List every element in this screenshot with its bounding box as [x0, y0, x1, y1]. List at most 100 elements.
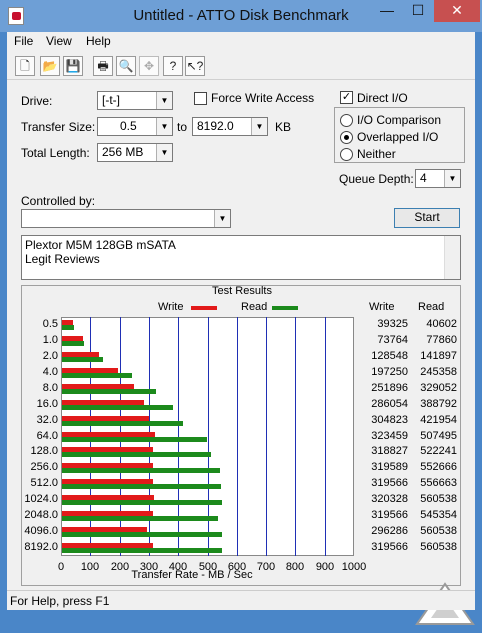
- drive-select[interactable]: [-t-] ▼: [97, 91, 173, 110]
- maximize-button[interactable]: ☐: [403, 0, 433, 22]
- read-bar: [62, 325, 74, 330]
- read-value: 507495: [420, 430, 457, 442]
- open-folder-icon[interactable]: 📂: [40, 56, 60, 76]
- description-textarea[interactable]: Plextor M5M 128GB mSATA Legit Reviews: [21, 235, 461, 280]
- write-value: 319566: [371, 509, 408, 521]
- gridline: [295, 317, 296, 556]
- toolbar: 🗋 📂 💾 🖶 🔍 ✥ ? ↖?: [7, 52, 475, 80]
- read-bar: [62, 437, 207, 442]
- read-value: 245358: [420, 366, 457, 378]
- transfer-to-value: 8192.0: [197, 119, 234, 133]
- neither-radio[interactable]: [340, 148, 353, 161]
- total-length-select[interactable]: 256 MB ▼: [97, 143, 173, 162]
- read-bar: [62, 548, 222, 553]
- write-value: 128548: [371, 350, 408, 362]
- drive-label: Drive:: [21, 94, 53, 108]
- chevron-down-icon[interactable]: ▼: [156, 144, 172, 161]
- read-value: 77860: [426, 334, 457, 346]
- menu-help[interactable]: Help: [86, 34, 111, 48]
- write-value: 323459: [371, 430, 408, 442]
- size-label: 8192.0: [24, 541, 58, 553]
- write-value: 296286: [371, 525, 408, 537]
- chevron-down-icon[interactable]: ▼: [214, 210, 230, 227]
- size-label: 32.0: [36, 414, 58, 426]
- context-help-icon[interactable]: ↖?: [185, 56, 205, 76]
- neither-label: Neither: [357, 147, 396, 161]
- read-value: 556663: [420, 477, 457, 489]
- read-value: 552666: [420, 461, 457, 473]
- size-label: 512.0: [30, 477, 58, 489]
- chevron-down-icon[interactable]: ▼: [251, 118, 267, 135]
- transfer-to-select[interactable]: 8192.0 ▼: [192, 117, 268, 136]
- direct-io-checkbox[interactable]: ✓: [340, 91, 353, 104]
- read-value: 560538: [420, 541, 457, 553]
- overlapped-io-radio[interactable]: [340, 131, 353, 144]
- title-bar[interactable]: Untitled - ATTO Disk Benchmark — ☐ ✕: [0, 0, 482, 32]
- close-button[interactable]: ✕: [434, 0, 480, 22]
- drive-value: [-t-]: [102, 93, 120, 107]
- gridline: [266, 317, 267, 556]
- write-value: 319566: [371, 541, 408, 553]
- read-bar: [62, 389, 156, 394]
- menu-view[interactable]: View: [46, 34, 72, 48]
- read-bar: [62, 500, 222, 505]
- description-line-2: Legit Reviews: [25, 252, 100, 266]
- transfer-from-value: 0.5: [120, 119, 137, 133]
- size-label: 2.0: [42, 350, 58, 362]
- io-comparison-radio[interactable]: [340, 114, 353, 127]
- minimize-button[interactable]: —: [372, 0, 402, 22]
- size-label: 1.0: [42, 334, 58, 346]
- force-write-label: Force Write Access: [211, 91, 315, 105]
- write-value: 304823: [371, 414, 408, 426]
- menu-bar: File View Help: [7, 32, 475, 52]
- transfer-from-select[interactable]: 0.5 ▼: [97, 117, 173, 136]
- size-label: 64.0: [36, 430, 58, 442]
- read-bar: [62, 357, 103, 362]
- queue-depth-label: Queue Depth:: [339, 172, 414, 186]
- read-value: 388792: [420, 398, 457, 410]
- read-bar: [62, 341, 84, 346]
- start-button[interactable]: Start: [394, 208, 460, 228]
- read-value: 560538: [420, 493, 457, 505]
- size-label: 2048.0: [24, 509, 58, 521]
- print-preview-icon[interactable]: 🔍: [116, 56, 136, 76]
- controlled-by-select[interactable]: ▼: [21, 209, 231, 228]
- save-icon[interactable]: 💾: [63, 56, 83, 76]
- force-write-checkbox[interactable]: [194, 92, 207, 105]
- read-bar: [62, 484, 221, 489]
- client-area: File View Help 🗋 📂 💾 🖶 🔍 ✥ ? ↖? Drive: […: [7, 32, 475, 625]
- size-label: 128.0: [30, 445, 58, 457]
- help-icon[interactable]: ?: [163, 56, 183, 76]
- size-label: 8.0: [42, 382, 58, 394]
- read-value: 421954: [420, 414, 457, 426]
- read-bar: [62, 421, 183, 426]
- queue-depth-select[interactable]: 4 ▼: [415, 169, 461, 188]
- description-scrollbar[interactable]: [444, 236, 460, 279]
- read-bar: [62, 373, 132, 378]
- controlled-by-label: Controlled by:: [21, 194, 96, 208]
- read-value: 141897: [420, 350, 457, 362]
- chart-area: 0 100 200 300 400 500 600 700 800 900 1000 0.5 39325…: [22, 286, 462, 587]
- write-value: 251896: [371, 382, 408, 394]
- new-document-icon[interactable]: 🗋: [15, 56, 35, 76]
- direct-io-label: Direct I/O: [357, 91, 408, 105]
- chevron-down-icon[interactable]: ▼: [156, 118, 172, 135]
- gridline: [325, 317, 326, 556]
- move-icon: ✥: [139, 56, 159, 76]
- chevron-down-icon[interactable]: ▼: [156, 92, 172, 109]
- print-icon[interactable]: 🖶: [93, 56, 113, 76]
- overlapped-io-label: Overlapped I/O: [357, 130, 439, 144]
- size-label: 256.0: [30, 461, 58, 473]
- menu-file[interactable]: File: [14, 34, 33, 48]
- write-value: 286054: [371, 398, 408, 410]
- chevron-down-icon[interactable]: ▼: [444, 170, 460, 187]
- read-value: 329052: [420, 382, 457, 394]
- write-value: 319566: [371, 477, 408, 489]
- queue-depth-value: 4: [420, 171, 427, 185]
- read-value: 40602: [426, 318, 457, 330]
- total-length-value: 256 MB: [102, 145, 144, 159]
- read-bar: [62, 468, 220, 473]
- to-label: to: [177, 120, 188, 134]
- io-comparison-label: I/O Comparison: [357, 113, 442, 127]
- total-length-label: Total Length:: [21, 146, 90, 160]
